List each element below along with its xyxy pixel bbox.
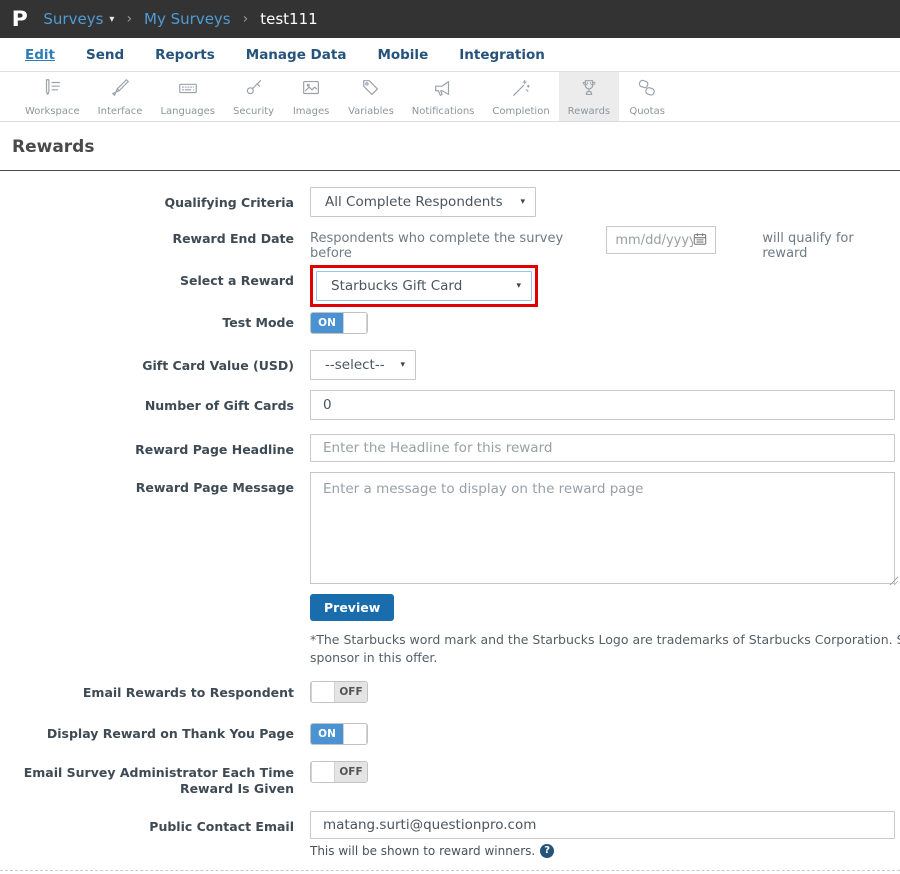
email-admin-label: Email Survey Administrator Each Time Rew… — [0, 761, 310, 796]
display-reward-toggle[interactable]: ON — [310, 723, 368, 745]
number-of-gift-cards-label: Number of Gift Cards — [0, 390, 310, 414]
tab-mobile[interactable]: Mobile — [377, 47, 428, 63]
page-title: Rewards — [0, 122, 900, 170]
test-mode-label: Test Mode — [0, 311, 310, 331]
tag-icon — [360, 77, 382, 103]
breadcrumb-surveys[interactable]: Surveys — [43, 10, 103, 28]
megaphone-icon — [432, 77, 454, 103]
brush-icon — [109, 77, 131, 103]
tab-edit[interactable]: Edit — [25, 47, 55, 63]
key-icon — [243, 77, 265, 103]
select-reward-label: Select a Reward — [0, 265, 310, 289]
email-admin-toggle[interactable]: OFF — [310, 761, 368, 783]
chevron-down-icon[interactable]: ▾ — [109, 14, 114, 25]
calendar-icon[interactable] — [693, 231, 707, 250]
select-reward-highlight: Starbucks Gift Card ▾ — [310, 265, 538, 307]
email-rewards-label: Email Rewards to Respondent — [0, 681, 310, 701]
toggle-knob — [343, 724, 367, 744]
app-header: P Surveys ▾ › My Surveys › test111 — [0, 0, 900, 38]
display-reward-label: Display Reward on Thank You Page — [0, 722, 310, 742]
trophy-icon — [578, 77, 600, 103]
reward-end-date-field — [606, 226, 716, 254]
number-of-gift-cards-input[interactable] — [310, 390, 895, 420]
reward-end-date-input[interactable] — [615, 233, 693, 248]
toolbar-item-workspace[interactable]: Workspace — [16, 72, 89, 121]
pen-list-icon — [41, 77, 63, 103]
reward-end-date-label: Reward End Date — [0, 223, 310, 247]
breadcrumb-separator-icon: › — [243, 11, 249, 27]
edit-subnav-toolbar: Workspace Interface Languages Security I… — [0, 72, 900, 122]
tab-integration[interactable]: Integration — [459, 47, 545, 63]
reward-page-message-textarea[interactable] — [310, 472, 895, 584]
footer-divider — [0, 870, 900, 871]
test-mode-toggle[interactable]: ON — [310, 312, 368, 334]
reward-end-date-prefix: Respondents who complete the survey befo… — [310, 223, 592, 261]
reward-end-date-suffix: will qualify for reward — [762, 223, 895, 261]
toggle-knob — [311, 762, 335, 782]
wand-icon — [510, 77, 532, 103]
reward-page-headline-label: Reward Page Headline — [0, 434, 310, 458]
breadcrumb-my-surveys[interactable]: My Surveys — [144, 10, 231, 28]
select-reward-select[interactable]: Starbucks Gift Card ▾ — [316, 271, 532, 301]
main-tab-bar: Edit Send Reports Manage Data Mobile Int… — [0, 38, 900, 72]
breadcrumb-separator-icon: › — [126, 11, 132, 27]
qualifying-criteria-select[interactable]: All Complete Respondents ▾ — [310, 187, 536, 217]
breadcrumb-current-survey: test111 — [260, 10, 317, 28]
toolbar-item-quotas[interactable]: Quotas — [619, 72, 675, 121]
qualifying-criteria-label: Qualifying Criteria — [0, 187, 310, 211]
rewards-form: Qualifying Criteria All Complete Respond… — [0, 171, 900, 874]
toolbar-item-languages[interactable]: Languages — [151, 72, 224, 121]
reward-page-message-label: Reward Page Message — [0, 472, 310, 496]
toggle-knob — [311, 682, 335, 702]
toolbar-item-completion[interactable]: Completion — [483, 72, 558, 121]
public-email-help-text: This will be shown to reward winners. ? — [310, 844, 895, 858]
starbucks-disclaimer: *The Starbucks word mark and the Starbuc… — [310, 631, 900, 667]
image-icon — [300, 77, 322, 103]
tab-send[interactable]: Send — [86, 47, 124, 63]
email-rewards-toggle[interactable]: OFF — [310, 681, 368, 703]
toolbar-item-security[interactable]: Security — [224, 72, 283, 121]
chevron-down-icon: ▾ — [520, 197, 525, 207]
toolbar-item-images[interactable]: Images — [283, 72, 339, 121]
reward-page-headline-input[interactable] — [310, 434, 895, 462]
gift-card-value-select[interactable]: --select-- ▾ — [310, 350, 416, 380]
chevron-down-icon: ▾ — [516, 281, 521, 291]
toolbar-item-variables[interactable]: Variables — [339, 72, 403, 121]
questionpro-logo-icon: P — [12, 7, 28, 31]
tab-reports[interactable]: Reports — [155, 47, 215, 63]
toolbar-item-notifications[interactable]: Notifications — [403, 72, 484, 121]
help-icon[interactable]: ? — [540, 844, 554, 858]
chevron-down-icon: ▾ — [400, 360, 405, 370]
public-contact-email-label: Public Contact Email — [0, 811, 310, 835]
tab-manage-data[interactable]: Manage Data — [246, 47, 347, 63]
preview-button[interactable]: Preview — [310, 594, 394, 621]
toolbar-item-interface[interactable]: Interface — [89, 72, 152, 121]
toolbar-item-rewards[interactable]: Rewards — [559, 72, 619, 121]
chain-icon — [636, 77, 658, 103]
toggle-knob — [343, 313, 367, 333]
keyboard-icon — [177, 77, 199, 103]
gift-card-value-label: Gift Card Value (USD) — [0, 350, 310, 374]
public-contact-email-input[interactable] — [310, 811, 895, 839]
